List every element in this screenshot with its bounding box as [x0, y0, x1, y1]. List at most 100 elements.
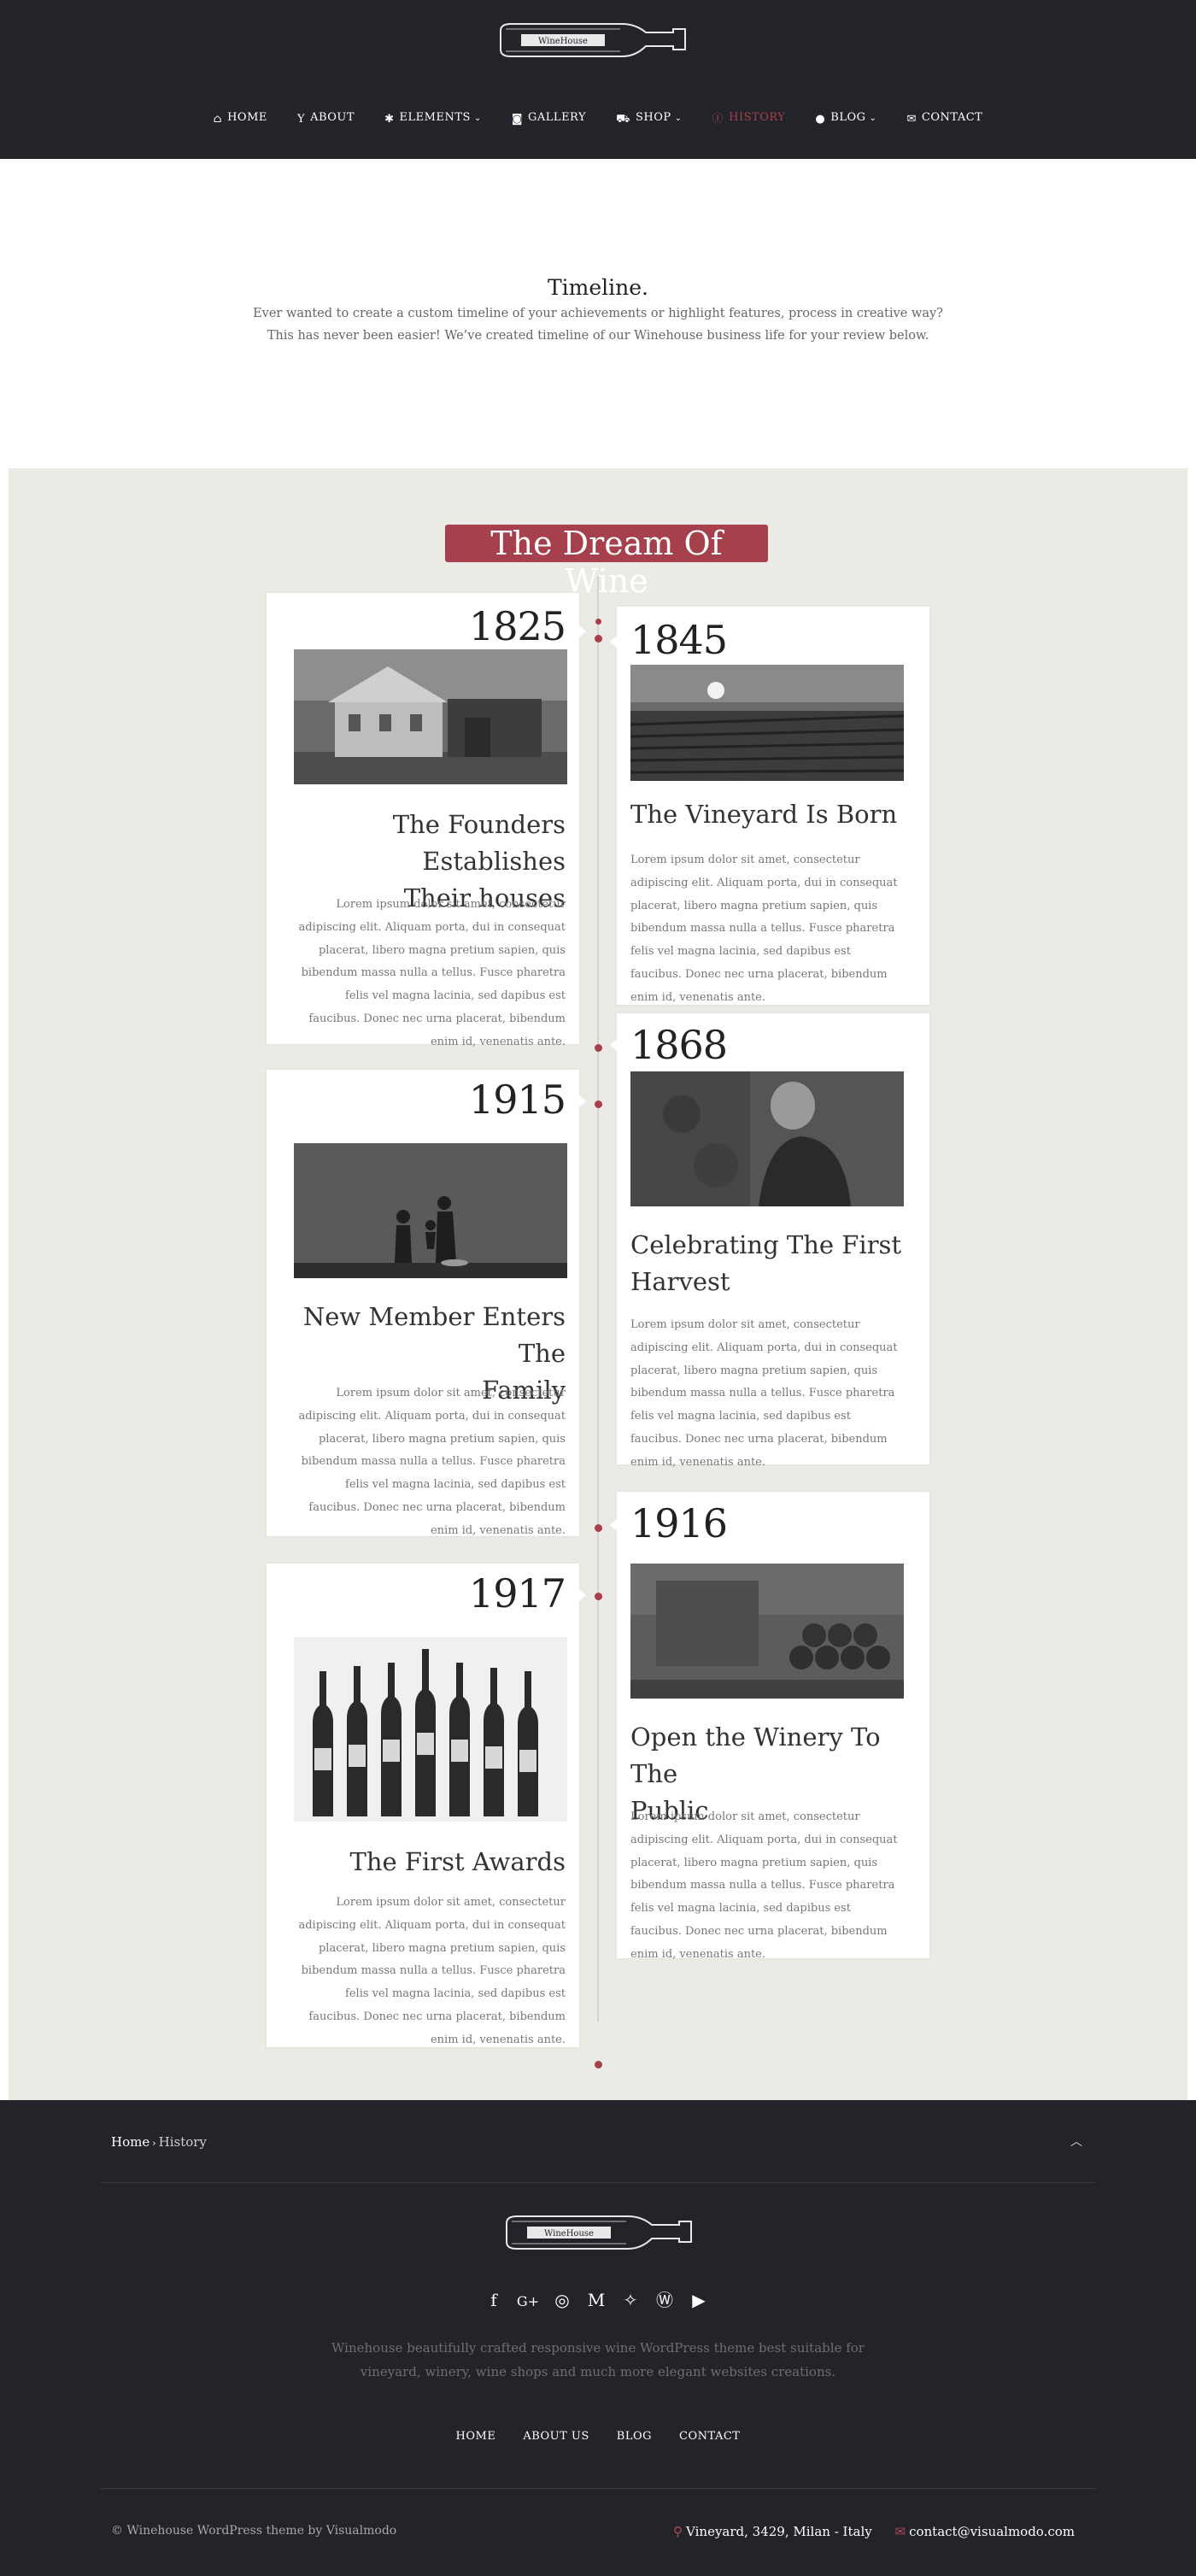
- nav-item-blog[interactable]: ● BLOG ⌄: [815, 111, 876, 126]
- cart-icon: ⛟: [616, 113, 630, 126]
- family-silhouette-photo: [294, 1143, 567, 1278]
- intro-line-2: This has never been easier! We’ve create…: [267, 329, 929, 343]
- card-year: 1917: [468, 1570, 566, 1617]
- card-title: Celebrating The First Harvest: [630, 1230, 902, 1296]
- site-header: WineHouse ⌂ HOME Y ABOUT ✱ ELEMENTS ⌄ ◙ GALLE…: [0, 0, 1196, 159]
- card-year: 1916: [630, 1500, 728, 1546]
- nav-item-history[interactable]: ⓘ HISTORY: [712, 109, 786, 126]
- card-text: Lorem ipsum dolor sit amet, consectetur …: [630, 1318, 898, 1469]
- footer-nav-contact[interactable]: CONTACT: [679, 2430, 740, 2443]
- wine-bottles-photo: [294, 1637, 567, 1822]
- wine-cellar-photo: [630, 1564, 904, 1699]
- footer-nav: HOME ABOUT US BLOG CONTACT: [0, 2430, 1196, 2443]
- timeline-dot: [595, 1524, 602, 1532]
- footer-divider: [101, 2488, 1095, 2489]
- nav-item-contact[interactable]: ✉ CONTACT: [906, 111, 982, 126]
- card-text: Lorem ipsum dolor sit amet, consectetur …: [630, 854, 898, 1004]
- card-year: 1825: [468, 603, 566, 649]
- timeline-card-1845: 1845 The Vineyard Is Born Lorem ipsum do…: [610, 607, 929, 1005]
- page-title: Timeline.: [547, 275, 648, 300]
- instagram-icon[interactable]: ◎: [550, 2290, 574, 2310]
- card-text: Lorem ipsum dolor sit amet, consectetur …: [298, 1896, 566, 2046]
- social-links: f G+ ◎ M ✧ Ⓦ ▶: [482, 2286, 721, 2310]
- harvest-photo: [630, 1071, 904, 1206]
- timeline-dot-end: [595, 2061, 602, 2068]
- youtube-icon[interactable]: ▶: [687, 2290, 711, 2310]
- medium-icon[interactable]: M: [584, 2290, 608, 2310]
- card-year: 1868: [630, 1022, 728, 1068]
- footer-about-line-1: Winehouse beautifully crafted responsive…: [331, 2340, 865, 2356]
- timeline-dot: [595, 619, 601, 625]
- google-plus-icon[interactable]: G+: [516, 2293, 540, 2314]
- card-title: The First Awards: [349, 1847, 566, 1876]
- footer-about-line-2: vineyard, winery, wine shops and much mo…: [360, 2364, 836, 2379]
- chevron-up-icon[interactable]: ︿: [1070, 2133, 1082, 2150]
- timeline-card-1915: 1915 New Member Enters The Family Lorem i…: [267, 1070, 586, 1537]
- info-icon: ⓘ: [712, 113, 724, 126]
- timeline-dot: [595, 1100, 602, 1108]
- vineyard-sunset-photo: [630, 665, 904, 781]
- footer-email[interactable]: contact@visualmodo.com: [909, 2524, 1075, 2539]
- timeline-line: [597, 576, 599, 2022]
- card-pointer: [579, 625, 586, 637]
- card-pointer: [610, 636, 617, 648]
- comment-icon: ●: [815, 113, 826, 126]
- svg-text:WineHouse: WineHouse: [544, 2229, 594, 2239]
- card-year: 1915: [468, 1077, 566, 1123]
- twitter-icon[interactable]: ✧: [619, 2290, 642, 2310]
- card-pointer: [579, 1095, 586, 1107]
- copyright: © Winehouse WordPress theme by Visualmod…: [111, 2524, 397, 2538]
- footer-address: Vineyard, 3429, Milan - Italy: [686, 2524, 872, 2539]
- card-pointer: [579, 1589, 586, 1601]
- breadcrumb: Home › History: [111, 2134, 207, 2150]
- card-year: 1845: [630, 617, 728, 663]
- card-text: Lorem ipsum dolor sit amet, consectetur …: [298, 898, 566, 1048]
- map-pin-icon: ⚲: [673, 2524, 683, 2539]
- footer-nav-blog[interactable]: BLOG: [617, 2430, 652, 2443]
- svg-text:WineHouse: WineHouse: [538, 37, 588, 46]
- timeline-dot: [595, 635, 602, 643]
- site-footer: Home › History ︿ WineHouse f G+ ◎ M ✧ Ⓦ ▶ Wineho…: [0, 2100, 1196, 2576]
- facebook-icon[interactable]: f: [482, 2290, 506, 2310]
- nav-item-shop[interactable]: ⛟ SHOP ⌄: [616, 111, 682, 127]
- nav-item-home[interactable]: ⌂ HOME: [214, 111, 267, 126]
- footer-contact: ⚲ Vineyard, 3429, Milan - Italy ✉ contact@…: [673, 2524, 1075, 2539]
- timeline-dot: [595, 1593, 602, 1600]
- card-title: The Vineyard Is Born: [630, 800, 898, 829]
- card-text: Lorem ipsum dolor sit amet, consectetur …: [630, 1810, 898, 1961]
- breadcrumb-home-link[interactable]: Home: [111, 2134, 150, 2150]
- main-nav: ⌂ HOME Y ABOUT ✱ ELEMENTS ⌄ ◙ GALLERY ⛟ SHOP ⌄ …: [0, 108, 1196, 127]
- card-pointer: [610, 1039, 617, 1051]
- timeline-card-1917: 1917 The First Awards Lorem ipsum dolor …: [267, 1564, 586, 2047]
- footer-nav-about[interactable]: ABOUT US: [523, 2430, 589, 2443]
- gear-icon: ✱: [384, 113, 395, 126]
- chevron-down-icon: ⌄: [674, 114, 683, 123]
- chevron-down-icon: ⌄: [869, 114, 877, 123]
- envelope-icon: ✉: [894, 2524, 906, 2539]
- envelope-icon: ✉: [906, 113, 917, 126]
- breadcrumb-separator: ›: [152, 2138, 156, 2149]
- nav-item-about[interactable]: Y ABOUT: [297, 111, 355, 126]
- nav-item-elements[interactable]: ✱ ELEMENTS ⌄: [384, 111, 482, 126]
- nav-item-gallery[interactable]: ◙ GALLERY: [512, 111, 586, 126]
- wordpress-icon[interactable]: Ⓦ: [653, 2286, 677, 2310]
- footer-logo[interactable]: WineHouse: [501, 2209, 698, 2257]
- footer-nav-home[interactable]: HOME: [456, 2430, 496, 2443]
- footer-divider: [101, 2182, 1095, 2183]
- timeline-card-1916: 1916 Open the Winery To The Public Lorem …: [610, 1492, 929, 1961]
- intro-section: Timeline. Ever wanted to create a custom…: [0, 159, 1196, 468]
- farmhouse-photo: [294, 649, 567, 784]
- site-logo[interactable]: WineHouse: [495, 17, 692, 65]
- glass-icon: Y: [296, 113, 306, 126]
- camera-icon: ◙: [511, 113, 524, 126]
- timeline-heading: The Dream Of Wine: [445, 525, 768, 600]
- timeline-dot: [595, 1044, 602, 1052]
- chevron-down-icon: ⌄: [473, 114, 482, 123]
- card-pointer: [610, 1519, 617, 1531]
- timeline-section: The Dream Of Wine 1825 The Founders Esta…: [9, 468, 1187, 2100]
- intro-line-1: Ever wanted to create a custom timeline …: [253, 307, 943, 320]
- home-icon: ⌂: [213, 113, 223, 126]
- breadcrumb-current: History: [158, 2134, 207, 2150]
- timeline-card-1825: 1825 The Founders Establishes Their house…: [267, 593, 586, 1048]
- card-text: Lorem ipsum dolor sit amet, consectetur …: [298, 1387, 566, 1537]
